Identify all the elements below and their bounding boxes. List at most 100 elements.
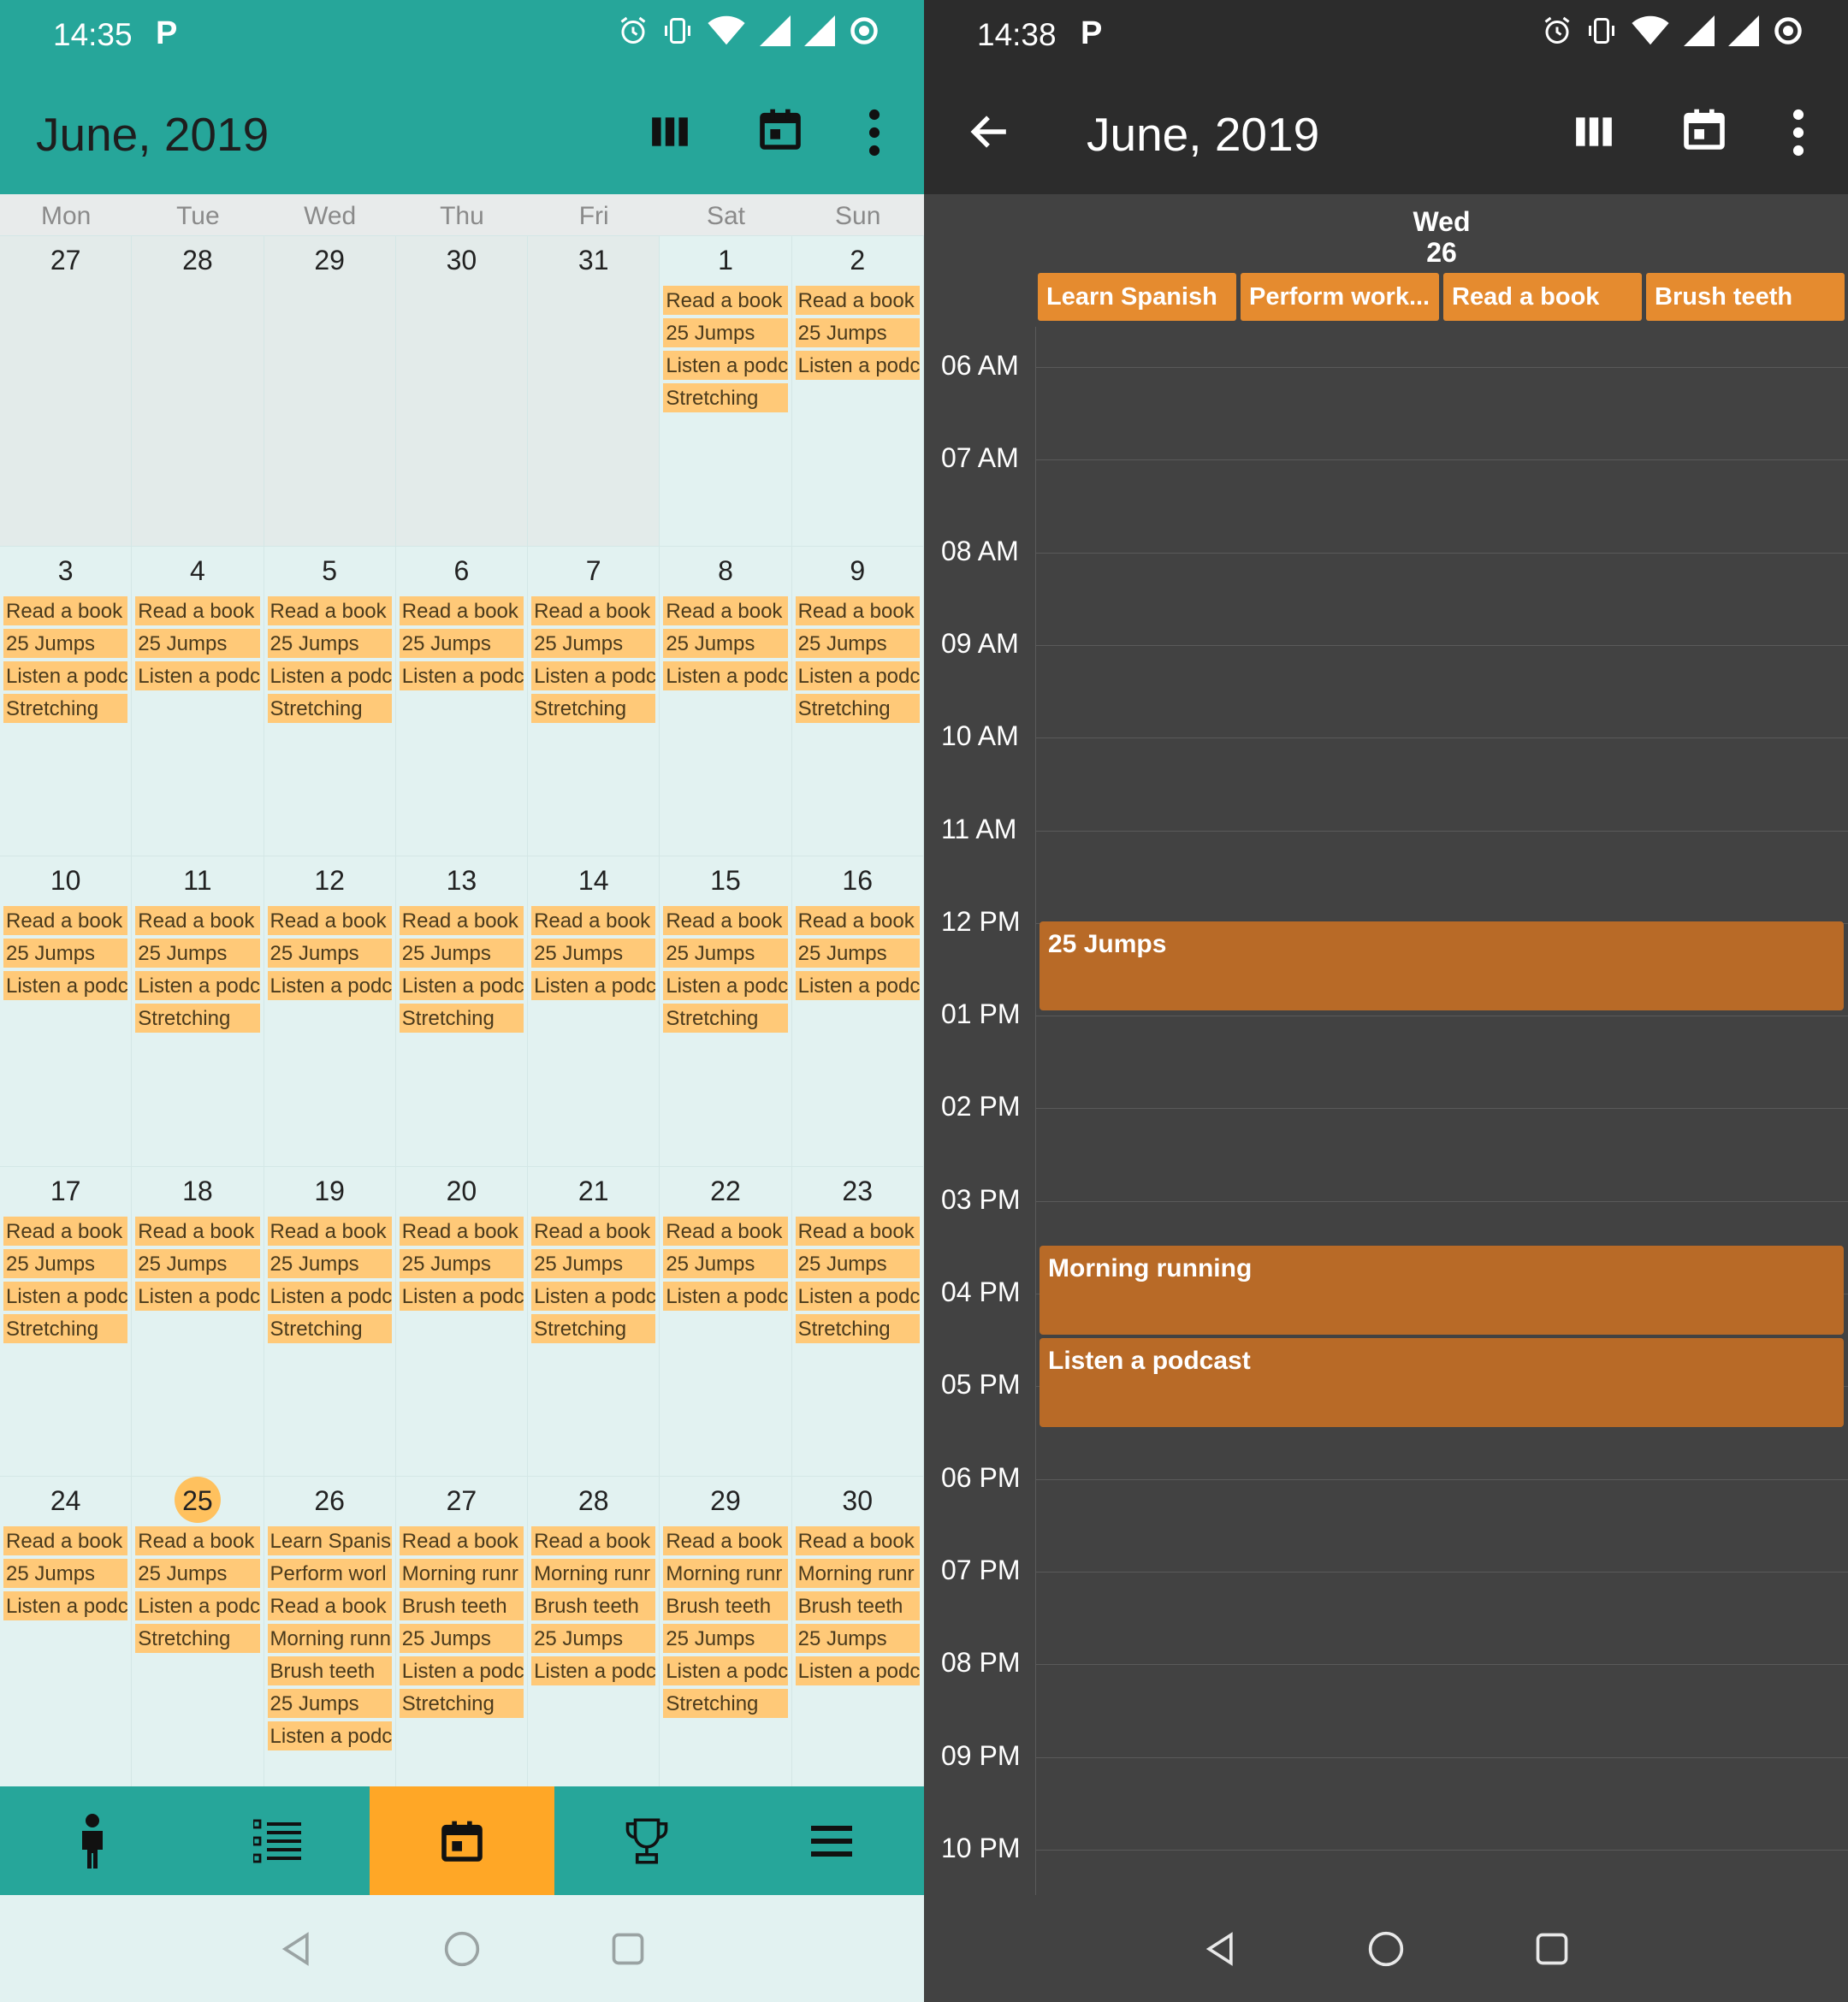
event-chip[interactable]: Stretching	[399, 1689, 524, 1719]
event-chip[interactable]: 25 Jumps	[795, 1624, 920, 1654]
all-day-event[interactable]: Perform work...	[1241, 273, 1439, 321]
event-chip[interactable]: Read a book	[135, 1526, 260, 1556]
event-chip[interactable]: 25 Jumps	[795, 318, 920, 347]
day-cell[interactable]: 11 Read a book 25 Jumps Listen a podc Stretc…	[132, 856, 264, 1166]
event-chip[interactable]: Brush teeth	[267, 1656, 392, 1686]
event-chip[interactable]: 25 Jumps	[267, 939, 392, 968]
event-chip[interactable]: 25 Jumps	[135, 1559, 260, 1589]
event-chip[interactable]: Read a book	[3, 906, 128, 936]
event-chip[interactable]: Stretching	[135, 1624, 260, 1654]
event-chip[interactable]: Listen a podc	[795, 1656, 920, 1686]
event-chip[interactable]: 25 Jumps	[3, 1559, 128, 1589]
day-cell[interactable]: 22 Read a book 25 Jumps Listen a podc	[660, 1165, 792, 1477]
event-chip[interactable]: Read a book	[795, 906, 920, 936]
event-chip[interactable]: 25 Jumps	[399, 628, 524, 658]
day-cell[interactable]: 12 Read a book 25 Jumps Listen a podc	[264, 856, 396, 1166]
event-chip[interactable]: Read a book	[663, 1216, 788, 1246]
event-chip[interactable]: Listen a podc	[795, 1281, 920, 1311]
event-chip[interactable]: Read a book	[399, 1216, 524, 1246]
event-chip[interactable]: Read a book	[267, 1216, 392, 1246]
event-chip[interactable]: 25 Jumps	[135, 939, 260, 968]
event-chip[interactable]: Read a book	[531, 1526, 656, 1556]
day-cell[interactable]: 24 Read a book 25 Jumps Listen a podc	[0, 1476, 133, 1786]
back-arrow-icon[interactable]	[967, 110, 1010, 153]
event-chip[interactable]: Stretching	[663, 383, 788, 412]
event-chip[interactable]: Listen a podc	[267, 971, 392, 1001]
event-chip[interactable]: Read a book	[795, 595, 920, 625]
event-chip[interactable]: Read a book	[135, 595, 260, 625]
day-cell[interactable]: 25 Read a book 25 Jumps Listen a podc Stretc…	[132, 1476, 264, 1786]
nav-calendar[interactable]	[370, 1786, 554, 1895]
day-cell[interactable]: 5 Read a book 25 Jumps Listen a podc Stretch…	[264, 545, 396, 856]
all-day-event[interactable]: Brush teeth	[1646, 273, 1845, 321]
event-chip[interactable]: 25 Jumps	[531, 1624, 656, 1654]
day-cell[interactable]: 18 Read a book 25 Jumps Listen a podc	[132, 1165, 264, 1477]
today-icon[interactable]	[1680, 104, 1728, 155]
event-chip[interactable]: 25 Jumps	[663, 318, 788, 347]
event-chip[interactable]: 25 Jumps	[135, 628, 260, 658]
day-cell[interactable]: 27 Read a book Morning runr Brush teeth 25 J…	[395, 1476, 529, 1786]
event-chip[interactable]: Listen a podc	[3, 1281, 128, 1311]
event-chip[interactable]: Read a book	[399, 906, 524, 936]
today-icon[interactable]	[756, 104, 804, 155]
event-chip[interactable]: Brush teeth	[663, 1591, 788, 1621]
event-chip[interactable]: Read a book	[531, 595, 656, 625]
more-options-icon[interactable]	[1788, 109, 1809, 157]
event-chip[interactable]: Brush teeth	[399, 1591, 524, 1621]
timed-event[interactable]: 25 Jumps	[1040, 921, 1844, 1011]
day-cell[interactable]: 23 Read a book 25 Jumps Listen a podc Stretc…	[791, 1165, 924, 1477]
day-cell[interactable]: 8 Read a book 25 Jumps Listen a podc	[660, 545, 792, 856]
event-chip[interactable]: Brush teeth	[531, 1591, 656, 1621]
event-chip[interactable]: Stretching	[267, 693, 392, 723]
event-chip[interactable]: Read a book	[267, 1591, 392, 1621]
home-icon[interactable]	[1367, 1930, 1405, 1968]
timed-event[interactable]: Morning running	[1040, 1245, 1844, 1336]
event-chip[interactable]: 25 Jumps	[399, 1248, 524, 1278]
event-chip[interactable]: Read a book	[663, 906, 788, 936]
event-chip[interactable]: Stretching	[531, 1313, 656, 1343]
week-view-icon[interactable]	[646, 110, 694, 153]
event-chip[interactable]: 25 Jumps	[399, 1624, 524, 1654]
event-chip[interactable]: Perform worl	[267, 1559, 392, 1589]
event-chip[interactable]: 25 Jumps	[663, 628, 788, 658]
event-chip[interactable]: Stretching	[3, 693, 128, 723]
event-chip[interactable]: Listen a podc	[663, 1656, 788, 1686]
event-chip[interactable]: 25 Jumps	[3, 939, 128, 968]
event-chip[interactable]: Listen a podc	[531, 1656, 656, 1686]
event-chip[interactable]: Read a book	[795, 1216, 920, 1246]
event-chip[interactable]: Stretching	[663, 1004, 788, 1034]
day-cell[interactable]: 30 Read a book Morning runr Brush teeth 25 J…	[791, 1476, 924, 1786]
event-chip[interactable]: Listen a podc	[135, 660, 260, 690]
event-chip[interactable]: Read a book	[267, 595, 392, 625]
event-chip[interactable]: 25 Jumps	[663, 1624, 788, 1654]
event-chip[interactable]: Read a book	[3, 1526, 128, 1556]
event-chip[interactable]: Stretching	[531, 693, 656, 723]
day-cell[interactable]: 28	[132, 235, 264, 546]
nav-menu[interactable]	[739, 1786, 924, 1895]
day-cell[interactable]: 14 Read a book 25 Jumps Listen a podc	[528, 856, 660, 1166]
timed-event[interactable]: Listen a podcast	[1040, 1338, 1844, 1428]
recents-icon[interactable]	[1533, 1930, 1571, 1968]
event-chip[interactable]: Listen a podc	[3, 660, 128, 690]
event-chip[interactable]: Listen a podc	[663, 1281, 788, 1311]
day-cell[interactable]: 29 Read a book Morning runr Brush teeth 25 J…	[660, 1476, 792, 1786]
day-cell[interactable]: 30	[395, 235, 529, 546]
event-chip[interactable]: Listen a podc	[267, 1281, 392, 1311]
event-chip[interactable]: Stretching	[135, 1004, 260, 1034]
day-cell[interactable]: 16 Read a book 25 Jumps Listen a podc	[791, 856, 924, 1166]
event-chip[interactable]: Listen a podc	[531, 1281, 656, 1311]
event-chip[interactable]: 25 Jumps	[399, 939, 524, 968]
event-chip[interactable]: Stretching	[267, 1313, 392, 1343]
event-chip[interactable]: Listen a podc	[663, 660, 788, 690]
back-icon[interactable]	[1201, 1930, 1239, 1968]
event-chip[interactable]: Listen a podc	[267, 660, 392, 690]
week-view-icon[interactable]	[1570, 110, 1618, 153]
nav-list[interactable]	[185, 1786, 370, 1895]
event-chip[interactable]: Read a book	[135, 1216, 260, 1246]
event-chip[interactable]: 25 Jumps	[3, 1248, 128, 1278]
event-chip[interactable]: Read a book	[663, 1526, 788, 1556]
event-chip[interactable]: 25 Jumps	[663, 939, 788, 968]
event-chip[interactable]: Listen a podc	[795, 351, 920, 380]
event-chip[interactable]: Read a book	[3, 595, 128, 625]
event-chip[interactable]: Read a book	[3, 1216, 128, 1246]
